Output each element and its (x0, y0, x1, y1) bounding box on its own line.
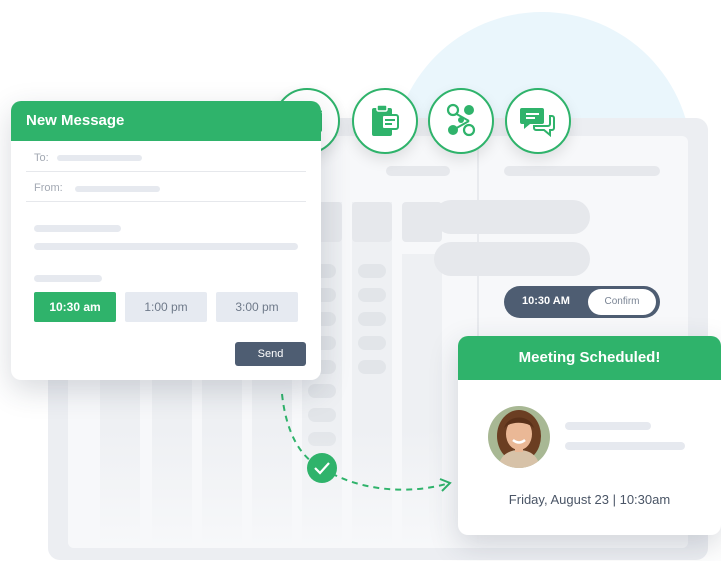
message-title: New Message (11, 101, 321, 141)
attendee-name-placeholder (565, 422, 651, 430)
field-divider (26, 171, 306, 172)
time-slot-1[interactable]: 10:30 am (34, 292, 116, 322)
time-slot-3[interactable]: 3:00 pm (216, 292, 298, 322)
meeting-date: Friday, August 23 | 10:30am (508, 492, 671, 507)
from-field[interactable] (75, 186, 160, 192)
time-slot-2[interactable]: 1:00 pm (125, 292, 207, 322)
body-text-placeholder (34, 275, 102, 282)
meeting-scheduled-card: Meeting Scheduled! Friday, August 23 | 1… (458, 336, 721, 535)
to-field[interactable] (57, 155, 142, 161)
field-divider (26, 201, 306, 202)
send-button[interactable]: Send (235, 342, 306, 366)
meeting-title: Meeting Scheduled! (458, 336, 721, 380)
body-text-placeholder (34, 243, 298, 250)
avatar (488, 406, 550, 468)
body-text-placeholder (34, 225, 121, 232)
to-label: To: (34, 152, 49, 164)
new-message-card: New Message To: From: 10:30 am 1:00 pm 3… (11, 101, 321, 380)
from-label: From: (34, 182, 63, 194)
attendee-detail-placeholder (565, 442, 685, 450)
